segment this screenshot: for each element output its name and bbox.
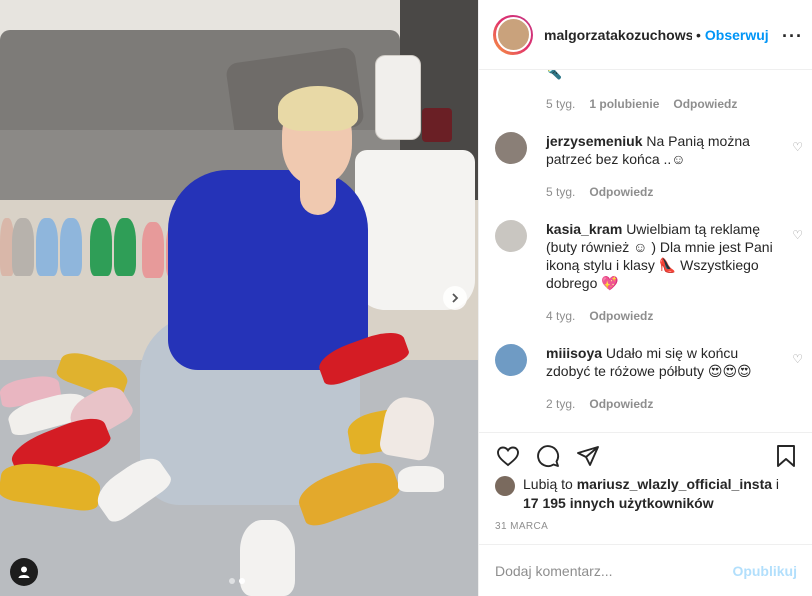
- comment-item: kasia_kram Uwielbiam tą reklamę (buty ró…: [495, 220, 803, 292]
- reply-button[interactable]: Odpowiedz: [589, 185, 653, 199]
- comment-username[interactable]: jerzysemeniuk: [546, 133, 643, 149]
- bookmark-icon: [777, 445, 795, 467]
- likes-prefix: Lubią to: [523, 476, 577, 492]
- comment-button[interactable]: [535, 443, 561, 469]
- liker-avatar[interactable]: [495, 476, 515, 496]
- comment-time: 5 tyg.: [546, 97, 576, 111]
- comment-body: kasia_kram Uwielbiam tą reklamę (buty ró…: [546, 220, 776, 292]
- photo-person-sweater: [168, 170, 368, 370]
- add-comment-bar: Opublikuj: [479, 544, 812, 596]
- post-side-panel: malgorzatakozuchowska • Obserwuj ··· 🔦 5…: [478, 0, 812, 596]
- reply-button[interactable]: Odpowiedz: [589, 309, 653, 323]
- more-options-icon[interactable]: ···: [782, 26, 803, 47]
- comment-like-icon[interactable]: ♡: [792, 352, 803, 366]
- chevron-right-icon: [452, 293, 459, 303]
- liker-username[interactable]: mariusz_wlazly_official_insta: [577, 476, 772, 492]
- share-button[interactable]: [575, 443, 601, 469]
- carousel-dots: [229, 578, 245, 584]
- photo-shoe: [36, 218, 58, 276]
- comment-like-icon[interactable]: ♡: [792, 140, 803, 154]
- comment-meta: 4 tyg. Odpowiedz: [546, 309, 653, 323]
- comment-time: 5 tyg.: [546, 185, 576, 199]
- comment-icon: [537, 445, 560, 468]
- likes-summary: Lubią to mariusz_wlazly_official_insta i…: [495, 475, 795, 513]
- photo-person-hair: [278, 86, 358, 131]
- reply-button[interactable]: Odpowiedz: [589, 397, 653, 411]
- photo-shoe: [114, 218, 136, 276]
- publish-button[interactable]: Opublikuj: [732, 563, 797, 579]
- comment-body: miiisoya Udało mi się w końcu zdobyć te …: [546, 344, 776, 380]
- photo-shoe: [12, 218, 34, 276]
- photo-shoe: [240, 520, 295, 596]
- comment-item: miiisoya Udało mi się w końcu zdobyć te …: [495, 344, 803, 380]
- comment-time: 4 tyg.: [546, 309, 576, 323]
- comment-input[interactable]: [495, 562, 733, 579]
- reply-button[interactable]: Odpowiedz: [673, 97, 737, 111]
- photo-shoe: [60, 218, 82, 276]
- comment-like-icon[interactable]: ♡: [792, 228, 803, 242]
- comment-avatar[interactable]: [495, 132, 527, 164]
- photo-shoe: [90, 218, 112, 276]
- user-tag-icon: [18, 566, 30, 578]
- comments-list[interactable]: 🔦 5 tyg. 1 polubienie Odpowiedz jerzysem…: [479, 70, 812, 432]
- follow-separator: •: [696, 26, 701, 43]
- photo-shoe: [398, 466, 444, 492]
- author-username[interactable]: malgorzatakozuchowska: [544, 27, 692, 43]
- photo-vase: [375, 55, 421, 140]
- previous-comment-emoji: 🔦: [547, 70, 562, 80]
- comment-time: 2 tyg.: [546, 397, 576, 411]
- comment-likes-count[interactable]: 1 polubienie: [589, 97, 659, 111]
- post-actions: Lubią to mariusz_wlazly_official_insta i…: [479, 432, 812, 544]
- carousel-dot: [229, 578, 235, 584]
- post-date[interactable]: 31 MARCA: [495, 521, 548, 532]
- like-button[interactable]: [495, 443, 521, 469]
- photo-shoe: [142, 222, 164, 278]
- save-button[interactable]: [773, 443, 799, 469]
- carousel-next-button[interactable]: [443, 286, 467, 310]
- carousel-dot: [239, 578, 245, 584]
- author-avatar[interactable]: [493, 14, 533, 55]
- comment-username[interactable]: miiisoya: [546, 345, 602, 361]
- comment-meta: 2 tyg. Odpowiedz: [546, 397, 653, 411]
- post-photo[interactable]: [0, 0, 478, 596]
- comment-username[interactable]: kasia_kram: [546, 221, 622, 237]
- heart-icon: [497, 446, 519, 467]
- likes-count[interactable]: 17 195 innych użytkowników: [523, 495, 714, 511]
- post-header: malgorzatakozuchowska • Obserwuj ···: [479, 0, 812, 70]
- likes-conjunction: i: [772, 476, 780, 492]
- comment-avatar[interactable]: [495, 220, 527, 252]
- previous-comment-meta: 5 tyg. 1 polubienie Odpowiedz: [546, 97, 737, 111]
- comment-item: jerzysemeniuk Na Panią można patrzeć bez…: [495, 132, 803, 168]
- follow-button[interactable]: Obserwuj: [705, 27, 769, 43]
- likes-text: Lubią to mariusz_wlazly_official_insta i…: [523, 475, 795, 513]
- comment-body: jerzysemeniuk Na Panią można patrzeć bez…: [546, 132, 776, 168]
- share-icon: [577, 446, 599, 466]
- comment-avatar[interactable]: [495, 344, 527, 376]
- photo-candle: [422, 108, 452, 142]
- user-tag-button[interactable]: [10, 558, 38, 586]
- comment-meta: 5 tyg. Odpowiedz: [546, 185, 653, 199]
